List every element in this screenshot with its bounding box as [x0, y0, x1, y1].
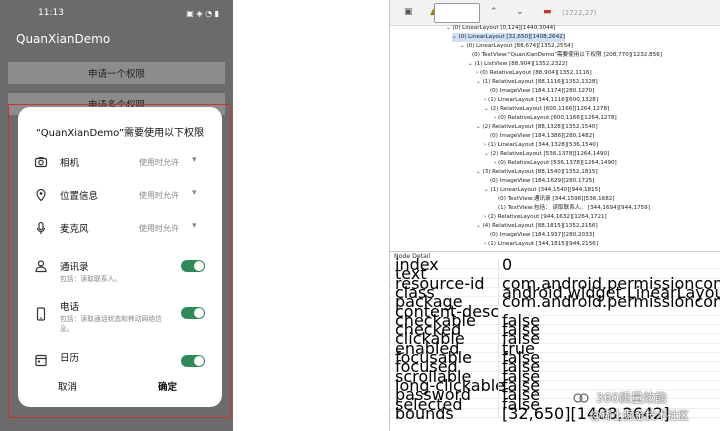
permission-row-microphone[interactable]: 麦克风 使用时允许 ▾ — [18, 211, 222, 245]
tree-node[interactable]: ⌄ (2) RelativeLayout [88,1328][1352,1540… — [476, 123, 598, 132]
dialog-title: “QuanXianDemo”需要使用以下权限 — [35, 128, 205, 139]
watermark-logo-icon — [573, 393, 589, 403]
dropdown-icon[interactable]: ▾ — [192, 155, 197, 165]
permission-row-contacts: 通讯录 包括：读取联系人。 — [18, 249, 222, 291]
tree-node[interactable]: ⌄ (2) RelativeLayout [600,1166][1264,127… — [484, 105, 609, 114]
tree-node[interactable]: › (1) LinearLayout [344,1328][536,1540] — [484, 141, 598, 150]
screenshot-blank-area — [233, 0, 390, 431]
tree-node[interactable]: › (1) LinearLayout [344,1815][944,2156] — [484, 240, 598, 248]
permission-desc: 包括：读取通话状态和移动网络信息。 — [60, 315, 162, 333]
detail-row: index 0 — [390, 256, 720, 273]
tree-node[interactable]: › (0) RelativeLayout [88,904][1352,1116] — [476, 69, 592, 78]
permission-value: 使用时允许 — [139, 191, 179, 200]
watermark-text: @稀土掘金技术社区 — [590, 409, 689, 422]
permission-desc: 包括：读取联系人。 — [60, 275, 122, 283]
permission-value: 使用时允许 — [139, 158, 179, 167]
status-icons: ▣ ◈ ◔ ▮ — [186, 8, 219, 18]
cancel-button[interactable]: 取消 — [58, 379, 77, 393]
permission-name: 通讯录 — [60, 262, 89, 273]
dialog-buttons: 取消 确定 — [18, 379, 222, 399]
permission-name: 日历 — [60, 353, 80, 364]
tree-node[interactable]: ⌄ (1) LinearLayout [344,1540][944,1815] — [484, 186, 600, 195]
permission-row-camera[interactable]: 相机 使用时允许 ▾ — [18, 145, 222, 179]
tree-node-selected[interactable]: ⌄ (0) LinearLayout [32,650][1408,2642] — [452, 33, 565, 42]
phone-icon — [36, 307, 46, 321]
tree-node[interactable]: (0) ImageView [184,1629][280,1725] — [490, 177, 594, 186]
contacts-toggle[interactable] — [181, 260, 205, 272]
hierarchy-tree: ⌄ (0) LinearLayout [0,124][1440,3044] ⌄ … — [390, 18, 720, 248]
location-icon — [36, 188, 46, 202]
tree-node[interactable]: ⌄ (3) RelativeLayout [88,1540][1352,1815… — [476, 168, 598, 177]
permission-row-calendar: 日历 — [18, 345, 222, 379]
tree-node[interactable]: (0) TextView:"QuanXianDemo"需要使用以下权限 [208… — [472, 51, 662, 60]
ok-button[interactable]: 确定 — [158, 379, 177, 393]
permission-row-location[interactable]: 位置信息 使用时允许 ▾ — [18, 178, 222, 212]
tree-node[interactable]: (1) TextView:包括： 读取联系人。 [344,1694][944,1… — [498, 204, 650, 213]
tree-node[interactable]: (0) ImageView [184,1386][280,1482] — [490, 132, 594, 141]
tree-node[interactable]: › (0) RelativeLayout [600,1166][1264,127… — [494, 114, 617, 123]
tree-node[interactable]: ⌄ (0) LinearLayout [88,674][1352,2554] — [460, 42, 573, 51]
screenshot-root: 11:13 ▣ ◈ ◔ ▮ QuanXianDemo 申请一个权限 申请多个权限… — [0, 0, 720, 431]
contacts-icon — [35, 260, 47, 273]
permission-row-phone: 电话 包括：读取通话状态和移动网络信息。 — [18, 293, 222, 345]
tree-node[interactable]: ⌄ (1) ListView [88,904][1352,2322] — [468, 60, 568, 69]
coordinate-readout: (1722,27) — [562, 9, 597, 17]
permission-name: 电话 — [60, 302, 80, 313]
tree-node[interactable]: ⌄ (4) RelativeLayout [88,1815][1352,2156… — [476, 222, 598, 231]
status-bar: 11:13 ▣ ◈ ◔ ▮ — [0, 0, 233, 26]
tree-node[interactable]: ⌄ (2) RelativeLayout [536,1378][1264,149… — [484, 150, 609, 159]
permission-dialog: “QuanXianDemo”需要使用以下权限 相机 使用时允许 ▾ 位置信息 使… — [18, 107, 222, 407]
calendar-icon — [35, 354, 47, 367]
camera-icon — [34, 157, 48, 168]
tree-node[interactable]: › (0) RelativeLayout [536,1378][1264,149… — [494, 159, 617, 168]
dropdown-icon[interactable]: ▾ — [192, 221, 197, 231]
permission-name: 相机 — [60, 158, 80, 169]
request-one-permission-button[interactable]: 申请一个权限 — [8, 62, 225, 84]
watermark-text: 360质量效能 — [596, 391, 667, 405]
app-title: QuanXianDemo — [16, 32, 111, 46]
tree-node[interactable]: (0) ImageView [184,1174][280,1270] — [490, 87, 594, 96]
permission-value: 使用时允许 — [139, 224, 179, 233]
tree-node[interactable]: › (1) LinearLayout [344,1116][600,1328] — [484, 96, 598, 105]
tree-node[interactable]: ⌄ (0) LinearLayout [0,124][1440,3044] — [446, 24, 555, 33]
permission-name: 麦克风 — [60, 224, 89, 235]
status-time: 11:13 — [38, 8, 64, 18]
phone-toggle[interactable] — [181, 307, 205, 319]
arrow-up-icon[interactable]: ⌃ — [490, 7, 498, 17]
tree-node[interactable]: › (2) RelativeLayout [944,1632][1264,172… — [484, 213, 607, 222]
microphone-icon — [36, 221, 46, 234]
permission-name: 位置信息 — [60, 191, 99, 202]
phone-screen: 11:13 ▣ ◈ ◔ ▮ QuanXianDemo 申请一个权限 申请多个权限… — [0, 0, 233, 431]
tree-node[interactable]: (0) ImageView [184,1937][280,2033] — [490, 231, 594, 240]
tree-node[interactable]: ⌄ (1) RelativeLayout [88,1116][1352,1328… — [476, 78, 598, 87]
tree-node[interactable]: (0) TextView:通讯录 [344,1596][536,1682] — [498, 195, 615, 204]
arrow-down-icon[interactable]: ⌄ — [516, 7, 524, 17]
stop-icon[interactable]: ▬ — [543, 7, 552, 17]
screenshot-icon[interactable]: ▣ — [404, 7, 413, 17]
calendar-toggle[interactable] — [181, 355, 205, 367]
dropdown-icon[interactable]: ▾ — [192, 188, 197, 198]
